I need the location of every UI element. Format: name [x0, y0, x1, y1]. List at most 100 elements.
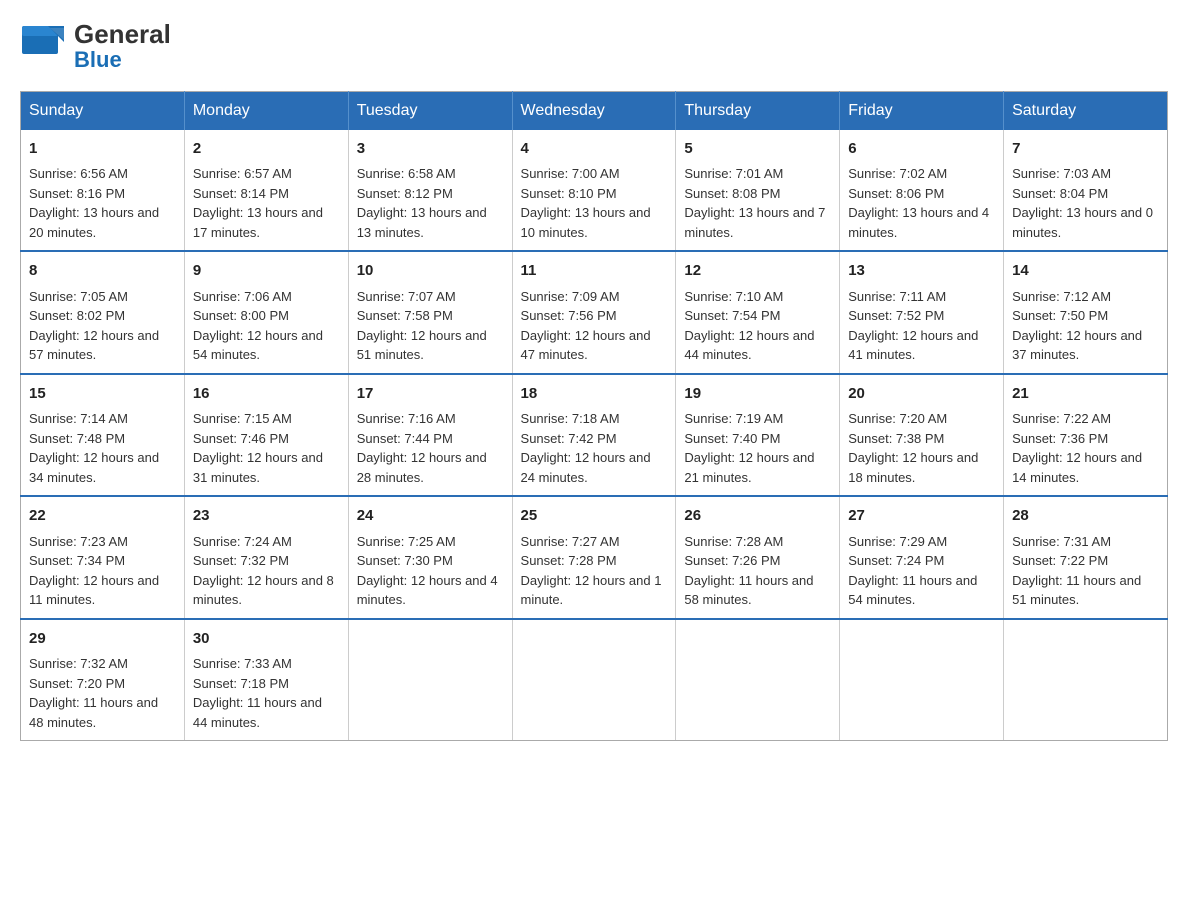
header-friday: Friday — [840, 91, 1004, 130]
daylight-text: Daylight: 13 hours and 17 minutes. — [193, 203, 340, 242]
calendar-cell: 23Sunrise: 7:24 AMSunset: 7:32 PMDayligh… — [184, 496, 348, 619]
sunset-text: Sunset: 7:36 PM — [1012, 429, 1159, 449]
page-header: General Blue — [20, 20, 1168, 71]
daylight-text: Daylight: 13 hours and 13 minutes. — [357, 203, 504, 242]
sunrise-text: Sunrise: 7:16 AM — [357, 409, 504, 429]
daylight-text: Daylight: 12 hours and 57 minutes. — [29, 326, 176, 365]
sunrise-text: Sunrise: 7:00 AM — [521, 164, 668, 184]
day-number: 20 — [848, 383, 995, 406]
sunset-text: Sunset: 8:00 PM — [193, 306, 340, 326]
calendar-cell: 19Sunrise: 7:19 AMSunset: 7:40 PMDayligh… — [676, 374, 840, 497]
sunset-text: Sunset: 8:12 PM — [357, 184, 504, 204]
daylight-text: Daylight: 12 hours and 1 minute. — [521, 571, 668, 610]
day-number: 14 — [1012, 260, 1159, 283]
daylight-text: Daylight: 12 hours and 31 minutes. — [193, 448, 340, 487]
sunset-text: Sunset: 7:26 PM — [684, 551, 831, 571]
sunrise-text: Sunrise: 6:57 AM — [193, 164, 340, 184]
sunrise-text: Sunrise: 7:09 AM — [521, 287, 668, 307]
calendar-cell: 9Sunrise: 7:06 AMSunset: 8:00 PMDaylight… — [184, 251, 348, 374]
calendar-cell: 8Sunrise: 7:05 AMSunset: 8:02 PMDaylight… — [21, 251, 185, 374]
sunset-text: Sunset: 7:54 PM — [684, 306, 831, 326]
day-number: 27 — [848, 505, 995, 528]
calendar-cell: 13Sunrise: 7:11 AMSunset: 7:52 PMDayligh… — [840, 251, 1004, 374]
header-saturday: Saturday — [1004, 91, 1168, 130]
day-number: 13 — [848, 260, 995, 283]
week-row-2: 8Sunrise: 7:05 AMSunset: 8:02 PMDaylight… — [21, 251, 1168, 374]
daylight-text: Daylight: 11 hours and 48 minutes. — [29, 693, 176, 732]
sunset-text: Sunset: 7:58 PM — [357, 306, 504, 326]
day-number: 22 — [29, 505, 176, 528]
calendar-cell — [1004, 619, 1168, 741]
day-number: 15 — [29, 383, 176, 406]
calendar-cell: 1Sunrise: 6:56 AMSunset: 8:16 PMDaylight… — [21, 130, 185, 252]
day-number: 10 — [357, 260, 504, 283]
sunrise-text: Sunrise: 6:56 AM — [29, 164, 176, 184]
sunset-text: Sunset: 7:22 PM — [1012, 551, 1159, 571]
header-thursday: Thursday — [676, 91, 840, 130]
calendar-table: SundayMondayTuesdayWednesdayThursdayFrid… — [20, 91, 1168, 742]
calendar-cell: 14Sunrise: 7:12 AMSunset: 7:50 PMDayligh… — [1004, 251, 1168, 374]
sunset-text: Sunset: 7:42 PM — [521, 429, 668, 449]
daylight-text: Daylight: 13 hours and 7 minutes. — [684, 203, 831, 242]
sunrise-text: Sunrise: 7:24 AM — [193, 532, 340, 552]
sunrise-text: Sunrise: 7:15 AM — [193, 409, 340, 429]
sunset-text: Sunset: 7:44 PM — [357, 429, 504, 449]
sunset-text: Sunset: 7:56 PM — [521, 306, 668, 326]
calendar-cell: 3Sunrise: 6:58 AMSunset: 8:12 PMDaylight… — [348, 130, 512, 252]
header-tuesday: Tuesday — [348, 91, 512, 130]
daylight-text: Daylight: 13 hours and 20 minutes. — [29, 203, 176, 242]
calendar-cell: 20Sunrise: 7:20 AMSunset: 7:38 PMDayligh… — [840, 374, 1004, 497]
day-number: 4 — [521, 138, 668, 161]
logo-area: General Blue — [20, 20, 171, 71]
daylight-text: Daylight: 11 hours and 44 minutes. — [193, 693, 340, 732]
calendar-cell: 12Sunrise: 7:10 AMSunset: 7:54 PMDayligh… — [676, 251, 840, 374]
day-number: 3 — [357, 138, 504, 161]
daylight-text: Daylight: 13 hours and 0 minutes. — [1012, 203, 1159, 242]
sunset-text: Sunset: 7:20 PM — [29, 674, 176, 694]
sunset-text: Sunset: 7:46 PM — [193, 429, 340, 449]
daylight-text: Daylight: 12 hours and 21 minutes. — [684, 448, 831, 487]
sunset-text: Sunset: 7:28 PM — [521, 551, 668, 571]
sunset-text: Sunset: 7:52 PM — [848, 306, 995, 326]
day-number: 23 — [193, 505, 340, 528]
sunrise-text: Sunrise: 7:27 AM — [521, 532, 668, 552]
calendar-cell: 4Sunrise: 7:00 AMSunset: 8:10 PMDaylight… — [512, 130, 676, 252]
sunrise-text: Sunrise: 7:28 AM — [684, 532, 831, 552]
sunset-text: Sunset: 8:06 PM — [848, 184, 995, 204]
daylight-text: Daylight: 11 hours and 51 minutes. — [1012, 571, 1159, 610]
calendar-cell: 28Sunrise: 7:31 AMSunset: 7:22 PMDayligh… — [1004, 496, 1168, 619]
sunrise-text: Sunrise: 7:22 AM — [1012, 409, 1159, 429]
day-number: 12 — [684, 260, 831, 283]
daylight-text: Daylight: 12 hours and 41 minutes. — [848, 326, 995, 365]
sunrise-text: Sunrise: 7:23 AM — [29, 532, 176, 552]
calendar-cell: 16Sunrise: 7:15 AMSunset: 7:46 PMDayligh… — [184, 374, 348, 497]
sunrise-text: Sunrise: 7:05 AM — [29, 287, 176, 307]
daylight-text: Daylight: 12 hours and 44 minutes. — [684, 326, 831, 365]
calendar-cell — [512, 619, 676, 741]
week-row-3: 15Sunrise: 7:14 AMSunset: 7:48 PMDayligh… — [21, 374, 1168, 497]
sunset-text: Sunset: 7:32 PM — [193, 551, 340, 571]
sunset-text: Sunset: 7:50 PM — [1012, 306, 1159, 326]
sunset-text: Sunset: 8:14 PM — [193, 184, 340, 204]
sunset-text: Sunset: 8:16 PM — [29, 184, 176, 204]
sunrise-text: Sunrise: 7:31 AM — [1012, 532, 1159, 552]
calendar-cell: 2Sunrise: 6:57 AMSunset: 8:14 PMDaylight… — [184, 130, 348, 252]
daylight-text: Daylight: 12 hours and 47 minutes. — [521, 326, 668, 365]
week-row-5: 29Sunrise: 7:32 AMSunset: 7:20 PMDayligh… — [21, 619, 1168, 741]
week-row-4: 22Sunrise: 7:23 AMSunset: 7:34 PMDayligh… — [21, 496, 1168, 619]
calendar-cell: 6Sunrise: 7:02 AMSunset: 8:06 PMDaylight… — [840, 130, 1004, 252]
sunrise-text: Sunrise: 7:07 AM — [357, 287, 504, 307]
calendar-cell: 18Sunrise: 7:18 AMSunset: 7:42 PMDayligh… — [512, 374, 676, 497]
day-number: 8 — [29, 260, 176, 283]
calendar-cell: 27Sunrise: 7:29 AMSunset: 7:24 PMDayligh… — [840, 496, 1004, 619]
sunrise-text: Sunrise: 7:06 AM — [193, 287, 340, 307]
sunrise-text: Sunrise: 7:20 AM — [848, 409, 995, 429]
calendar-cell — [840, 619, 1004, 741]
calendar-cell: 10Sunrise: 7:07 AMSunset: 7:58 PMDayligh… — [348, 251, 512, 374]
day-header-row: SundayMondayTuesdayWednesdayThursdayFrid… — [21, 91, 1168, 130]
sunrise-text: Sunrise: 7:12 AM — [1012, 287, 1159, 307]
day-number: 26 — [684, 505, 831, 528]
calendar-cell: 15Sunrise: 7:14 AMSunset: 7:48 PMDayligh… — [21, 374, 185, 497]
calendar-cell: 24Sunrise: 7:25 AMSunset: 7:30 PMDayligh… — [348, 496, 512, 619]
day-number: 19 — [684, 383, 831, 406]
